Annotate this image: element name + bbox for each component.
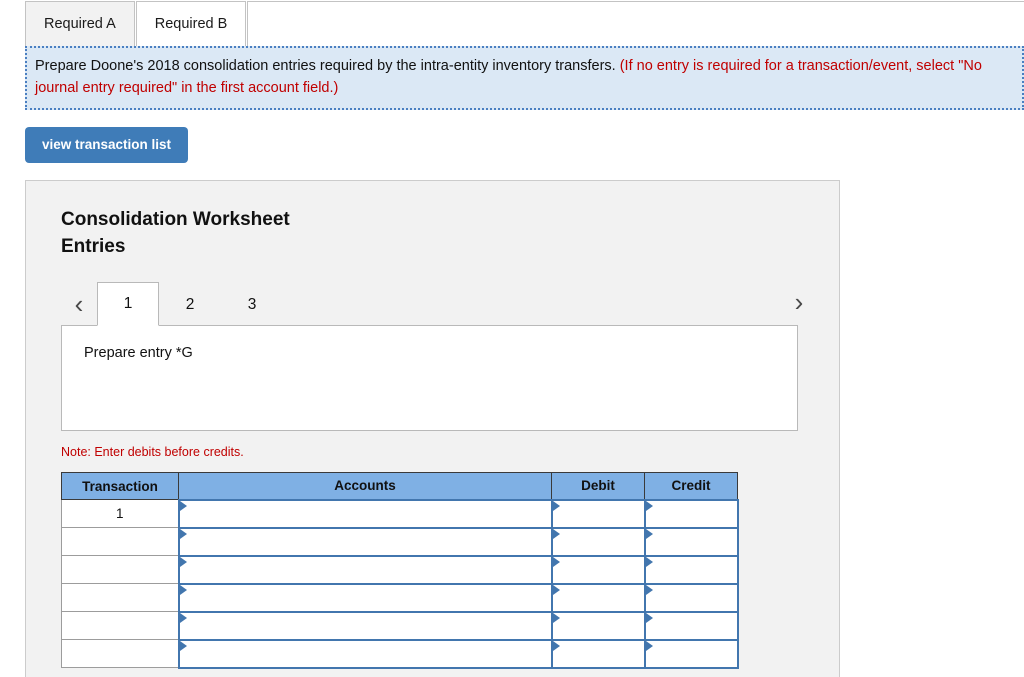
row-3-credit-cell[interactable] bbox=[643, 554, 739, 585]
row-3-accounts-select[interactable] bbox=[177, 554, 553, 585]
row-6-debit-input[interactable] bbox=[552, 640, 644, 667]
journal-entry-table: Transaction Accounts Debit Credit 1 bbox=[61, 472, 739, 669]
table-row bbox=[61, 610, 739, 641]
row-3-debit-cell[interactable] bbox=[550, 554, 646, 585]
dropdown-marker-icon bbox=[645, 612, 653, 623]
row-5-credit-input[interactable] bbox=[645, 612, 737, 639]
table-header-row: Transaction Accounts Debit Credit bbox=[61, 472, 738, 501]
row-1-transaction-number: 1 bbox=[61, 499, 179, 529]
row-3-debit-input[interactable] bbox=[552, 556, 644, 583]
row-5-accounts-select[interactable] bbox=[177, 610, 553, 641]
dropdown-marker-icon bbox=[552, 612, 560, 623]
row-6-accounts-select[interactable] bbox=[177, 638, 553, 669]
view-transaction-list-button[interactable]: view transaction list bbox=[25, 126, 189, 163]
journal-entry-table-wrapper: Transaction Accounts Debit Credit 1 bbox=[61, 472, 839, 669]
toolbar: view transaction list bbox=[0, 110, 1024, 163]
row-4-debit-cell[interactable] bbox=[550, 582, 646, 613]
instruction-main-text: Prepare Doone's 2018 consolidation entri… bbox=[35, 58, 616, 74]
row-2-debit-input[interactable] bbox=[552, 528, 644, 555]
row-5-transaction-number bbox=[61, 611, 179, 641]
row-3-transaction-number bbox=[61, 555, 179, 585]
pager-page-2-label: 2 bbox=[185, 295, 195, 313]
pager-page-2[interactable]: 2 bbox=[159, 282, 221, 326]
row-2-transaction-number bbox=[61, 527, 179, 557]
tab-required-a[interactable]: Required A bbox=[25, 1, 135, 46]
row-1-credit-input[interactable] bbox=[645, 500, 737, 527]
dropdown-marker-icon bbox=[645, 584, 653, 595]
row-3-accounts-input[interactable] bbox=[179, 556, 551, 583]
dropdown-marker-icon bbox=[645, 640, 653, 651]
row-4-accounts-input[interactable] bbox=[179, 584, 551, 611]
row-5-debit-cell[interactable] bbox=[550, 610, 646, 641]
tab-strip-filler bbox=[247, 1, 1024, 46]
column-header-debit: Debit bbox=[551, 472, 645, 501]
row-2-accounts-select[interactable] bbox=[177, 526, 553, 557]
pager-page-3-label: 3 bbox=[247, 295, 257, 313]
dropdown-marker-icon bbox=[552, 556, 560, 567]
row-6-accounts-input[interactable] bbox=[179, 640, 551, 667]
row-6-transaction-number bbox=[61, 639, 179, 669]
column-header-credit: Credit bbox=[644, 472, 738, 501]
row-6-debit-cell[interactable] bbox=[550, 638, 646, 669]
tab-required-b[interactable]: Required B bbox=[135, 1, 247, 46]
dropdown-marker-icon bbox=[645, 528, 653, 539]
journal-table-body: 1 bbox=[61, 498, 739, 669]
dropdown-marker-icon bbox=[179, 528, 187, 539]
pager-page-3[interactable]: 3 bbox=[221, 282, 283, 326]
dropdown-marker-icon bbox=[179, 612, 187, 623]
dropdown-marker-icon bbox=[179, 640, 187, 651]
dropdown-marker-icon bbox=[552, 640, 560, 651]
row-2-accounts-input[interactable] bbox=[179, 528, 551, 555]
row-5-credit-cell[interactable] bbox=[643, 610, 739, 641]
chevron-left-icon[interactable]: ‹ bbox=[61, 282, 97, 326]
entry-prompt-text: Prepare entry *G bbox=[84, 345, 193, 362]
row-2-credit-input[interactable] bbox=[645, 528, 737, 555]
column-header-accounts: Accounts bbox=[178, 472, 552, 501]
column-header-transaction: Transaction bbox=[61, 472, 179, 501]
table-row: 1 bbox=[61, 498, 739, 529]
debits-before-credits-note: Note: Enter debits before credits. bbox=[61, 445, 244, 460]
chevron-right-icon[interactable]: › bbox=[781, 280, 817, 324]
row-5-accounts-input[interactable] bbox=[179, 612, 551, 639]
consolidation-worksheet-card: Consolidation Worksheet Entries ‹ 1 2 3 … bbox=[25, 179, 840, 677]
dropdown-marker-icon bbox=[552, 528, 560, 539]
row-4-transaction-number bbox=[61, 583, 179, 613]
dropdown-marker-icon bbox=[645, 556, 653, 567]
row-4-credit-input[interactable] bbox=[645, 584, 737, 611]
dropdown-marker-icon bbox=[179, 500, 187, 511]
row-1-debit-cell[interactable] bbox=[550, 498, 646, 529]
entry-pager: ‹ 1 2 3 › bbox=[26, 280, 839, 327]
dropdown-marker-icon bbox=[179, 584, 187, 595]
row-1-accounts-select[interactable] bbox=[177, 498, 553, 529]
row-1-credit-cell[interactable] bbox=[643, 498, 739, 529]
row-1-debit-input[interactable] bbox=[552, 500, 644, 527]
pager-page-1[interactable]: 1 bbox=[97, 282, 159, 327]
row-5-debit-input[interactable] bbox=[552, 612, 644, 639]
dropdown-marker-icon bbox=[645, 500, 653, 511]
tab-strip: Required A Required B bbox=[0, 0, 1024, 46]
table-row bbox=[61, 526, 739, 557]
row-4-credit-cell[interactable] bbox=[643, 582, 739, 613]
table-row bbox=[61, 554, 739, 585]
page-title: Consolidation Worksheet Entries bbox=[61, 208, 290, 257]
entry-prompt-box: Prepare entry *G bbox=[61, 325, 798, 432]
row-4-debit-input[interactable] bbox=[552, 584, 644, 611]
instruction-banner: Prepare Doone's 2018 consolidation entri… bbox=[25, 46, 1024, 110]
tab-required-b-label: Required B bbox=[154, 16, 228, 32]
pager-page-1-label: 1 bbox=[123, 295, 133, 313]
row-6-credit-input[interactable] bbox=[645, 640, 737, 667]
row-1-accounts-input[interactable] bbox=[179, 500, 551, 527]
table-row bbox=[61, 582, 739, 613]
row-2-debit-cell[interactable] bbox=[550, 526, 646, 557]
row-3-credit-input[interactable] bbox=[645, 556, 737, 583]
table-row bbox=[61, 638, 739, 669]
dropdown-marker-icon bbox=[552, 500, 560, 511]
row-4-accounts-select[interactable] bbox=[177, 582, 553, 613]
tab-required-a-label: Required A bbox=[44, 16, 116, 32]
row-2-credit-cell[interactable] bbox=[643, 526, 739, 557]
row-6-credit-cell[interactable] bbox=[643, 638, 739, 669]
dropdown-marker-icon bbox=[552, 584, 560, 595]
dropdown-marker-icon bbox=[179, 556, 187, 567]
